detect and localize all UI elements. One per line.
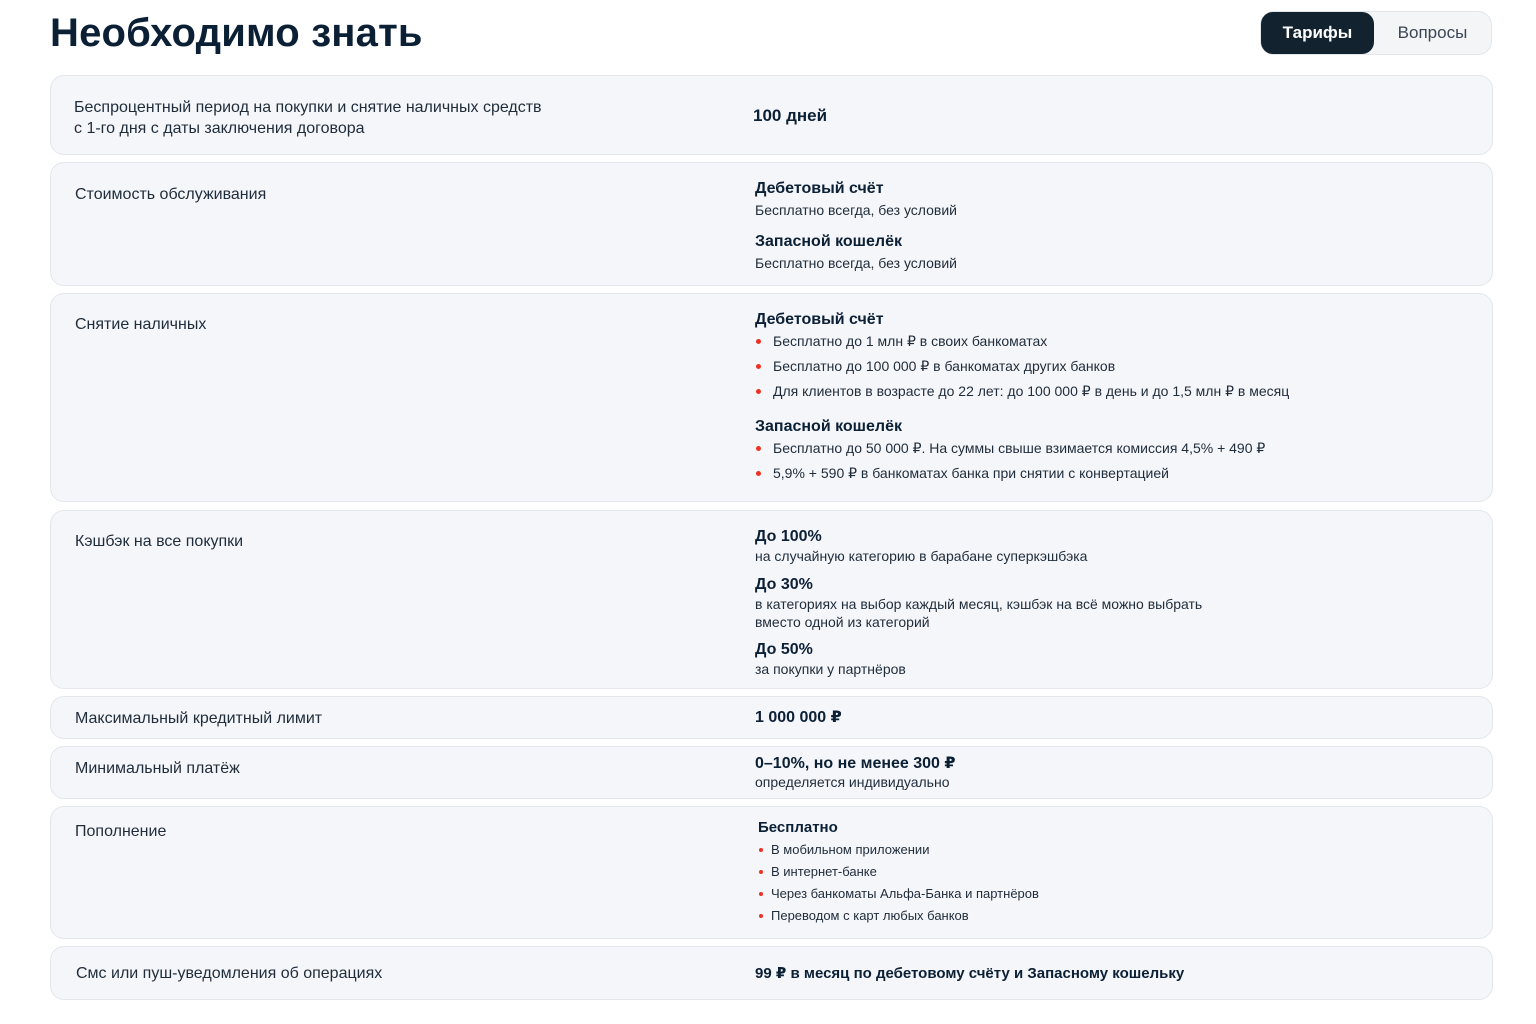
row-value: 100 дней	[753, 105, 1473, 127]
bullet-dot-icon	[759, 914, 763, 918]
spare-bullets: Бесплатно до 50 000 ₽. На суммы свыше вз…	[755, 436, 1475, 486]
min-payment-sub: определяется индивидуально	[755, 774, 950, 790]
row-label: Снятие наличных	[75, 316, 207, 333]
grace-value: 100 дней	[753, 106, 828, 125]
cashback-text: на случайную категорию в барабане суперк…	[755, 548, 1088, 564]
bullet-dot-icon	[756, 338, 761, 344]
row-label: Пополнение	[75, 823, 167, 840]
sms-value: 99 ₽ в месяц по дебетовому счёту и Запас…	[755, 965, 1185, 982]
row-sms-notifications: Смс или пуш-уведомления об операциях 99 …	[50, 946, 1493, 1000]
row-cash-withdrawal: Снятие наличных Дебетовый счёт Бесплатно…	[50, 293, 1493, 502]
tab-switcher: Тарифы Вопросы	[1260, 11, 1492, 55]
list-item: Бесплатно до 1 млн ₽ в своих банкоматах	[755, 329, 1475, 354]
list-item: В интернет-банке	[758, 861, 1478, 883]
debit-text: Бесплатно всегда, без условий	[755, 202, 957, 218]
row-grace-period: Беспроцентный период на покупки и снятие…	[50, 75, 1493, 155]
list-item: Через банкоматы Альфа-Банка и партнёров	[758, 883, 1478, 905]
row-label: Беспроцентный период на покупки и снятие…	[74, 99, 542, 137]
topup-bullets: В мобильном приложении В интернет-банке …	[758, 839, 1478, 927]
spare-text: Бесплатно всегда, без условий	[755, 255, 957, 271]
bullet-dot-icon	[759, 870, 763, 874]
row-minimum-payment: Минимальный платёж 0–10%, но не менее 30…	[50, 746, 1493, 799]
bullet-dot-icon	[756, 445, 761, 451]
row-value: 99 ₽ в месяц по дебетовому счёту и Запас…	[755, 964, 1475, 984]
bullet-dot-icon	[759, 892, 763, 896]
debit-bullets: Бесплатно до 1 млн ₽ в своих банкоматах …	[755, 329, 1475, 404]
list-item: Переводом с карт любых банков	[758, 905, 1478, 927]
topup-title: Бесплатно	[758, 819, 838, 836]
cashback-text: за покупки у партнёров	[755, 661, 906, 677]
debit-title: Дебетовый счёт	[755, 311, 884, 328]
row-label: Минимальный платёж	[75, 760, 240, 777]
cashback-title: До 100%	[755, 528, 822, 545]
list-item: Бесплатно до 50 000 ₽. На суммы свыше вз…	[755, 436, 1475, 461]
min-payment-value: 0–10%, но не менее 300 ₽	[755, 755, 956, 772]
row-value: Бесплатно В мобильном приложении В интер…	[758, 818, 1478, 927]
list-item: 5,9% + 590 ₽ в банкоматах банка при снят…	[755, 461, 1475, 486]
page-title: Необходимо знать	[50, 11, 423, 55]
debit-title: Дебетовый счёт	[755, 180, 884, 197]
spare-title: Запасной кошелёк	[755, 418, 902, 435]
row-label: Стоимость обслуживания	[75, 186, 267, 203]
list-item: Для клиентов в возрасте до 22 лет: до 10…	[755, 379, 1475, 404]
row-label: Смс или пуш-уведомления об операциях	[76, 965, 383, 982]
page: Необходимо знать Тарифы Вопросы Беспроце…	[0, 0, 1536, 1024]
limit-value: 1 000 000 ₽	[755, 709, 842, 726]
bullet-dot-icon	[756, 388, 761, 394]
bullet-dot-icon	[759, 848, 763, 852]
row-label: Максимальный кредитный лимит	[75, 710, 323, 727]
row-topup: Пополнение Бесплатно В мобильном приложе…	[50, 806, 1493, 939]
row-label: Кэшбэк на все покупки	[75, 533, 244, 550]
cashback-text: в категориях на выбор каждый месяц, кэшб…	[755, 596, 1203, 630]
row-service-cost: Стоимость обслуживания Дебетовый счёт Бе…	[50, 162, 1493, 286]
row-value: 0–10%, но не менее 300 ₽ определяется ин…	[755, 754, 1475, 790]
tab-questions[interactable]: Вопросы	[1374, 12, 1491, 54]
row-credit-limit: Максимальный кредитный лимит 1 000 000 ₽	[50, 696, 1493, 739]
tab-tariffs[interactable]: Тарифы	[1261, 12, 1374, 54]
row-cashback: Кэшбэк на все покупки До 100% на случайн…	[50, 510, 1493, 689]
cashback-title: До 30%	[755, 576, 813, 593]
list-item: В мобильном приложении	[758, 839, 1478, 861]
bullet-dot-icon	[756, 470, 761, 476]
row-value: 1 000 000 ₽	[755, 708, 1475, 728]
list-item: Бесплатно до 100 000 ₽ в банкоматах друг…	[755, 354, 1475, 379]
spare-title: Запасной кошелёк	[755, 233, 902, 250]
header: Необходимо знать Тарифы Вопросы	[0, 0, 1536, 70]
cashback-title: До 50%	[755, 641, 813, 658]
bullet-dot-icon	[756, 363, 761, 369]
